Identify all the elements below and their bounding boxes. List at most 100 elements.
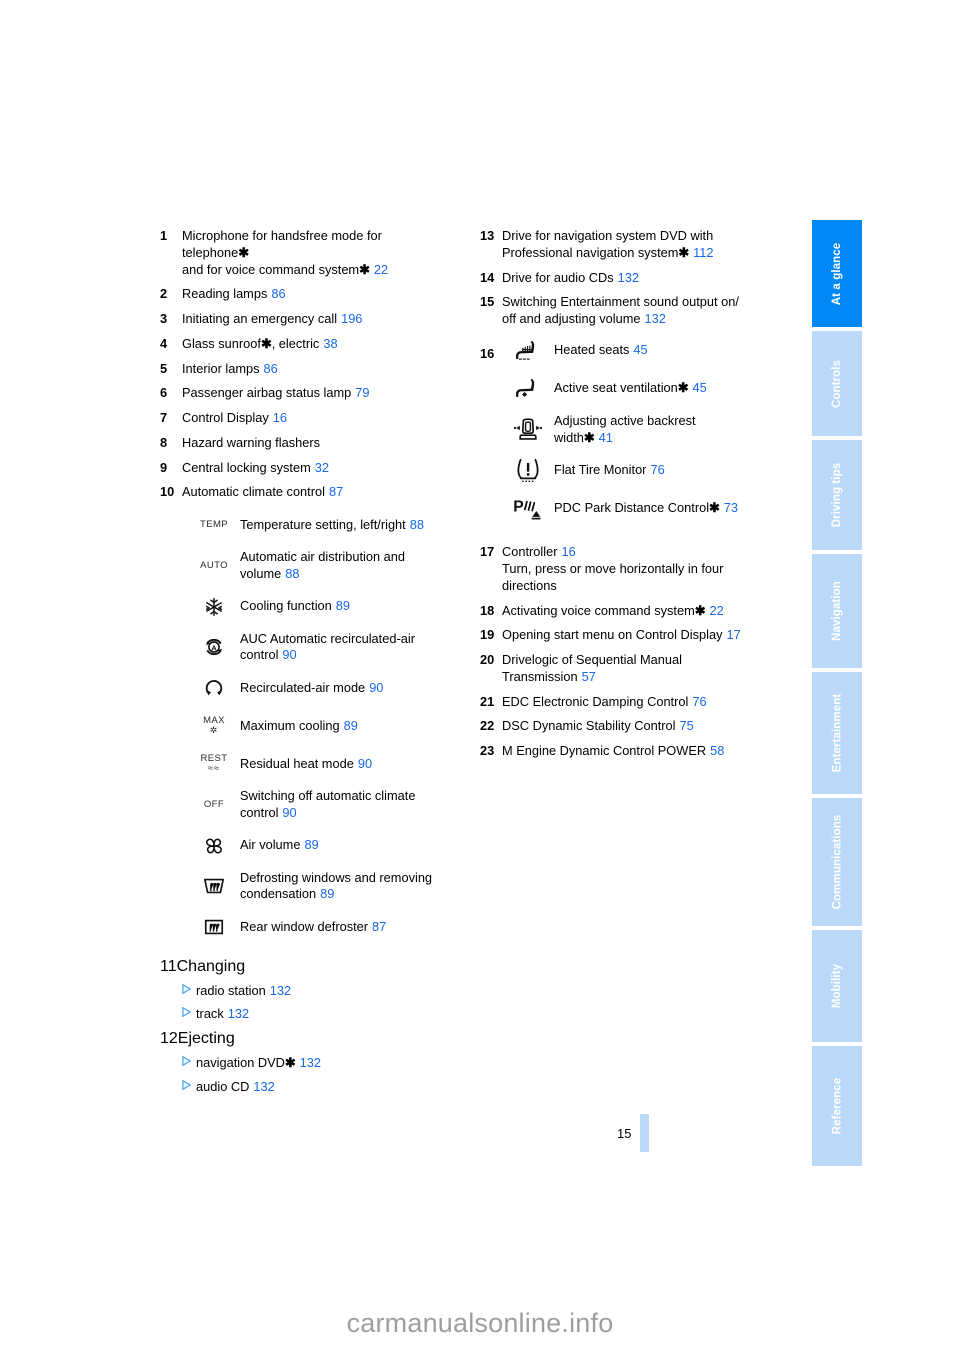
page-ref[interactable]: 75 bbox=[680, 718, 694, 733]
icon-label: Temperature setting, left/right bbox=[240, 516, 406, 532]
item-number: 22 bbox=[480, 718, 495, 734]
sidebar-tab-at-a-glance[interactable]: At a glance bbox=[812, 220, 862, 327]
item-line: Hazard warning flashers bbox=[182, 434, 320, 450]
item-line: Transmission bbox=[502, 668, 578, 684]
sub-list: radio station 132 track 132 bbox=[160, 983, 480, 1021]
page-ref[interactable]: 112 bbox=[693, 245, 713, 260]
page-ref[interactable]: 86 bbox=[264, 361, 278, 376]
sidebar-tab-mobility[interactable]: Mobility bbox=[812, 930, 862, 1042]
page-ref[interactable]: 89 bbox=[304, 837, 318, 852]
list-item: audio CD 132 bbox=[182, 1079, 480, 1094]
item-line: and for voice command system✱ bbox=[182, 261, 370, 277]
item-text: Drive for navigation system DVD with Pro… bbox=[502, 228, 800, 262]
item-number: 15 bbox=[480, 294, 495, 310]
page-ref[interactable]: 89 bbox=[336, 598, 350, 613]
sidebar-tab-label: Navigation bbox=[831, 581, 844, 641]
page-ref[interactable]: 38 bbox=[323, 336, 337, 351]
page-ref[interactable]: 45 bbox=[693, 380, 707, 395]
item-line: Interior lamps bbox=[182, 360, 260, 376]
list-item: navigation DVD✱ 132 bbox=[182, 1055, 480, 1071]
page-ref[interactable]: 57 bbox=[582, 669, 596, 684]
sub-list: navigation DVD✱ 132 audio CD 132 bbox=[160, 1055, 480, 1094]
item-number: 14 bbox=[480, 269, 495, 285]
page-ref[interactable]: 87 bbox=[329, 484, 343, 499]
page-ref[interactable]: 79 bbox=[355, 385, 369, 400]
icon-row-text: Cooling function 89 bbox=[240, 598, 350, 615]
list-item: 13 Drive for navigation system DVD with … bbox=[480, 228, 800, 262]
item-line: Controller bbox=[502, 544, 558, 560]
item-number: 20 bbox=[480, 652, 495, 667]
item-number: 11 bbox=[160, 958, 177, 975]
page-number: 15 bbox=[617, 1125, 632, 1141]
page-ref[interactable]: 22 bbox=[374, 262, 388, 277]
page-ref[interactable]: 196 bbox=[341, 311, 362, 326]
list-item: 5 Interior lamps 86 bbox=[160, 361, 480, 378]
sidebar-tab-reference[interactable]: Reference bbox=[812, 1046, 862, 1166]
page-ref[interactable]: 132 bbox=[270, 983, 291, 998]
sidebar-tab-communications[interactable]: Communications bbox=[812, 798, 862, 926]
item-number: 4 bbox=[160, 335, 168, 351]
icon-row-text: Maximum cooling 89 bbox=[240, 718, 358, 735]
item-line: DSC Dynamic Stability Control bbox=[502, 718, 676, 734]
page-ref[interactable]: 17 bbox=[727, 627, 741, 642]
item-line: off and adjusting volume bbox=[502, 311, 641, 326]
page-ref[interactable]: 87 bbox=[372, 919, 386, 934]
auc-recirculation-icon: A bbox=[188, 635, 240, 659]
sidebar-tab-navigation[interactable]: Navigation bbox=[812, 554, 862, 668]
page-ref[interactable]: 22 bbox=[709, 603, 723, 618]
right-items-bottom: 17 Controller 16 Turn, press or move hori… bbox=[480, 544, 800, 760]
sidebar-tab-entertainment[interactable]: Entertainment bbox=[812, 672, 862, 794]
page-ref[interactable]: 16 bbox=[561, 544, 575, 559]
list-item: 19 Opening start menu on Control Display… bbox=[480, 627, 800, 644]
item-line: Microphone for handsfree mode for bbox=[182, 228, 382, 243]
page-ref[interactable]: 41 bbox=[599, 430, 613, 445]
page-ref[interactable]: 88 bbox=[285, 566, 299, 581]
page-ref[interactable]: 132 bbox=[253, 1079, 274, 1094]
item-line: Turn, press or move horizontally in four bbox=[502, 561, 724, 576]
page-ref[interactable]: 132 bbox=[300, 1055, 321, 1070]
climate-control-icon-list: TEMP Temperature setting, left/right 88 A… bbox=[188, 511, 480, 941]
page-ref[interactable]: 73 bbox=[724, 500, 738, 515]
page-ref[interactable]: 88 bbox=[410, 517, 424, 532]
rest-icon-label: REST ≈≈ bbox=[201, 754, 228, 773]
item-line: Initiating an emergency call bbox=[182, 311, 338, 326]
item-number: 13 bbox=[480, 228, 495, 243]
page-ref[interactable]: 132 bbox=[618, 270, 639, 285]
page-ref[interactable]: 90 bbox=[358, 756, 372, 771]
item-text: Automatic climate control 87 bbox=[182, 484, 480, 501]
item-number: 2 bbox=[160, 286, 168, 302]
backrest-width-icon bbox=[502, 417, 554, 443]
list-item: 12 Ejecting bbox=[160, 1029, 480, 1050]
page-ref[interactable]: 76 bbox=[692, 694, 706, 709]
item-number: 10 bbox=[160, 484, 175, 500]
page-ref[interactable]: 89 bbox=[320, 886, 334, 901]
item-line: Glass sunroof✱, electric bbox=[182, 335, 320, 351]
icon-label: Cooling function bbox=[240, 598, 332, 614]
page-ref[interactable]: 90 bbox=[282, 805, 296, 820]
icon-row-text: Automatic air distribution and volume 88 bbox=[240, 549, 455, 583]
footnote-asterisk: ✱ bbox=[359, 261, 370, 277]
item-number: 16 bbox=[480, 345, 495, 361]
page-ref[interactable]: 90 bbox=[369, 680, 383, 695]
page-ref[interactable]: 132 bbox=[645, 311, 666, 326]
page-ref[interactable]: 58 bbox=[710, 743, 724, 758]
icon-row-text: PDC Park Distance Control✱ 73 bbox=[554, 500, 738, 517]
icon-row-text: Active seat ventilation✱ 45 bbox=[554, 380, 707, 397]
item-text: Central locking system 32 bbox=[182, 460, 480, 477]
item-text: Reading lamps 86 bbox=[182, 286, 480, 303]
sidebar-tab-driving-tips[interactable]: Driving tips bbox=[812, 440, 862, 550]
icon-row: MAX ✲ Maximum cooling 89 bbox=[188, 712, 480, 740]
page-ref[interactable]: 45 bbox=[633, 342, 647, 357]
windshield-defrost-icon bbox=[188, 875, 240, 897]
page-ref[interactable]: 132 bbox=[228, 1006, 249, 1021]
page-ref[interactable]: 90 bbox=[282, 647, 296, 662]
page-ref[interactable]: 76 bbox=[650, 462, 664, 477]
item-number: 8 bbox=[160, 434, 168, 450]
icon-row: P PDC Park Distance Control✱ 73 bbox=[502, 494, 800, 522]
sidebar-tab-controls[interactable]: Controls bbox=[812, 331, 862, 436]
page-ref[interactable]: 32 bbox=[315, 460, 329, 475]
item-line: Professional navigation system✱ bbox=[502, 244, 690, 260]
page-ref[interactable]: 16 bbox=[273, 410, 287, 425]
page-ref[interactable]: 89 bbox=[344, 718, 358, 733]
page-ref[interactable]: 86 bbox=[271, 286, 285, 301]
